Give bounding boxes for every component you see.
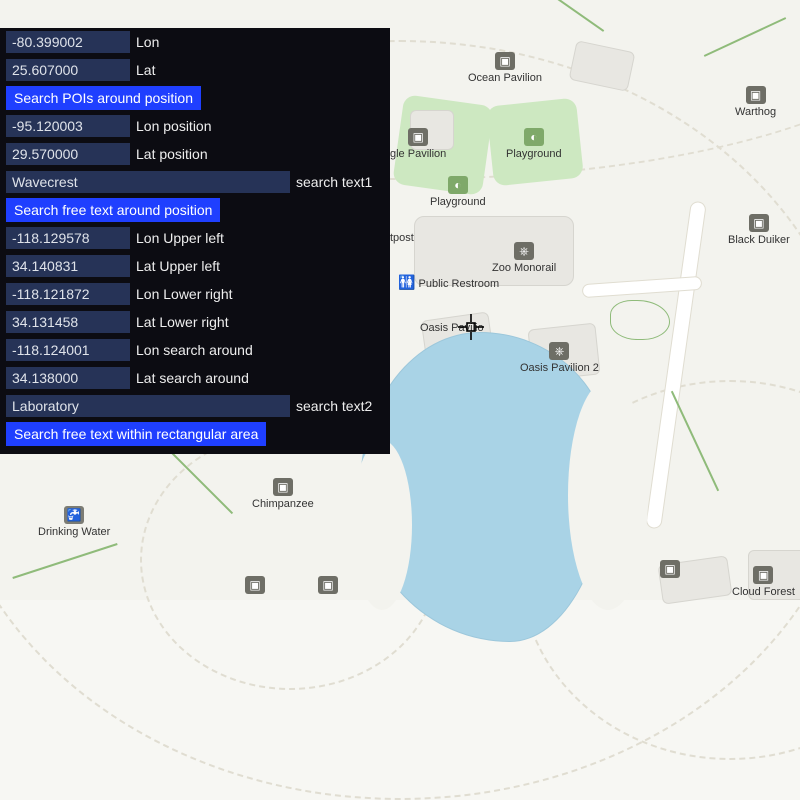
info-icon: ⎈ bbox=[514, 242, 534, 260]
sa-lat-input[interactable] bbox=[6, 367, 130, 389]
field-label: Lat Upper left bbox=[136, 258, 220, 274]
ul-lat-input[interactable] bbox=[6, 255, 130, 277]
poi-label: Public Restroom bbox=[419, 278, 500, 290]
poi-cloud-forest[interactable]: ▣ Cloud Forest bbox=[732, 566, 795, 598]
poi-outpost[interactable]: tpost bbox=[390, 232, 414, 244]
lon-input[interactable] bbox=[6, 31, 130, 53]
lat-position-input[interactable] bbox=[6, 143, 130, 165]
vegetation-line bbox=[610, 300, 670, 340]
search-free-text-rect-button[interactable]: Search free text within rectangular area bbox=[6, 422, 266, 446]
poi-chimpanzee[interactable]: ▣ Chimpanzee bbox=[252, 478, 314, 510]
poi-playground[interactable]: ◐ Playground bbox=[506, 128, 562, 160]
field-label: Lon search around bbox=[136, 342, 253, 358]
lon-position-input[interactable] bbox=[6, 115, 130, 137]
camera-icon: ▣ bbox=[660, 560, 680, 578]
search-text2-row: search text2 bbox=[0, 392, 390, 420]
search-panel: Lon Lat Search POIs around position Lon … bbox=[0, 28, 390, 454]
lat-input[interactable] bbox=[6, 59, 130, 81]
poi-ocean-pavilion[interactable]: ▣ Ocean Pavilion bbox=[468, 52, 542, 84]
camera-icon: ▣ bbox=[245, 576, 265, 594]
poi-oasis-pavilion[interactable]: Oasis Pavilio bbox=[420, 322, 484, 334]
poi-label: Oasis Pavilio bbox=[420, 322, 484, 334]
field-label: Lat bbox=[136, 62, 155, 78]
poi-warthog[interactable]: ▣ Warthog bbox=[735, 86, 776, 118]
lat-position-row: Lat position bbox=[0, 140, 390, 168]
field-label: Lat position bbox=[136, 146, 208, 162]
search-text1-input[interactable] bbox=[6, 171, 290, 193]
lake-mask bbox=[568, 380, 648, 610]
water-icon: 🚰 bbox=[64, 506, 84, 524]
field-label: Lat Lower right bbox=[136, 314, 229, 330]
lon-position-row: Lon position bbox=[0, 112, 390, 140]
lon-row: Lon bbox=[0, 28, 390, 56]
playground-icon: ◐ bbox=[524, 128, 544, 146]
camera-icon: ▣ bbox=[746, 86, 766, 104]
poi-label: Warthog bbox=[735, 106, 776, 118]
poi-label: Chimpanzee bbox=[252, 498, 314, 510]
lake-mask bbox=[352, 440, 412, 610]
ul-lat-row: Lat Upper left bbox=[0, 252, 390, 280]
sa-lon-row: Lon search around bbox=[0, 336, 390, 364]
search-text2-input[interactable] bbox=[6, 395, 290, 417]
field-label: search text1 bbox=[296, 174, 372, 190]
camera-icon: ▣ bbox=[753, 566, 773, 584]
field-label: Lon Lower right bbox=[136, 286, 233, 302]
poi-label: Playground bbox=[506, 148, 562, 160]
sa-lon-input[interactable] bbox=[6, 339, 130, 361]
camera-icon: ▣ bbox=[318, 576, 338, 594]
poi-zoo-monorail[interactable]: ⎈ Zoo Monorail bbox=[492, 242, 556, 274]
ul-lon-input[interactable] bbox=[6, 227, 130, 249]
sa-lat-row: Lat search around bbox=[0, 364, 390, 392]
field-label: Lon Upper left bbox=[136, 230, 224, 246]
camera-icon: ▣ bbox=[495, 52, 515, 70]
playground-icon: ◐ bbox=[448, 176, 468, 194]
search-free-text-position-button[interactable]: Search free text around position bbox=[6, 198, 220, 222]
poi-label: Zoo Monorail bbox=[492, 262, 556, 274]
camera-icon: ▣ bbox=[273, 478, 293, 496]
poi-drinking-water[interactable]: 🚰 Drinking Water bbox=[38, 506, 110, 538]
poi-oasis-pavilion-2[interactable]: ⎈ Oasis Pavilion 2 bbox=[520, 342, 599, 374]
poi-black-duiker[interactable]: ▣ Black Duiker bbox=[728, 214, 790, 246]
poi-label: Ocean Pavilion bbox=[468, 72, 542, 84]
info-icon: ⎈ bbox=[549, 342, 569, 360]
lat-row: Lat bbox=[0, 56, 390, 84]
field-label: Lon bbox=[136, 34, 159, 50]
poi-marker[interactable]: ▣ bbox=[245, 576, 265, 596]
poi-marker[interactable]: ▣ bbox=[660, 560, 680, 580]
field-label: Lat search around bbox=[136, 370, 249, 386]
poi-label: Drinking Water bbox=[38, 526, 110, 538]
search-text1-row: search text1 bbox=[0, 168, 390, 196]
camera-icon: ▣ bbox=[408, 128, 428, 146]
search-pois-button[interactable]: Search POIs around position bbox=[6, 86, 201, 110]
lr-lat-input[interactable] bbox=[6, 311, 130, 333]
poi-marker[interactable]: ▣ bbox=[318, 576, 338, 596]
poi-label: gle Pavilion bbox=[390, 148, 446, 160]
field-label: search text2 bbox=[296, 398, 372, 414]
poi-playground[interactable]: ◐ Playground bbox=[430, 176, 486, 208]
lr-lon-input[interactable] bbox=[6, 283, 130, 305]
poi-public-restroom[interactable]: 🚻 Public Restroom bbox=[398, 274, 499, 291]
lr-lon-row: Lon Lower right bbox=[0, 280, 390, 308]
poi-label: Black Duiker bbox=[728, 234, 790, 246]
poi-label: tpost bbox=[390, 232, 414, 244]
camera-icon: ▣ bbox=[749, 214, 769, 232]
field-label: Lon position bbox=[136, 118, 212, 134]
lr-lat-row: Lat Lower right bbox=[0, 308, 390, 336]
ul-lon-row: Lon Upper left bbox=[0, 224, 390, 252]
poi-jungle-pavilion[interactable]: ▣ gle Pavilion bbox=[390, 128, 446, 160]
poi-label: Cloud Forest bbox=[732, 586, 795, 598]
restroom-icon: 🚻 bbox=[398, 274, 415, 290]
poi-label: Oasis Pavilion 2 bbox=[520, 362, 599, 374]
poi-label: Playground bbox=[430, 196, 486, 208]
